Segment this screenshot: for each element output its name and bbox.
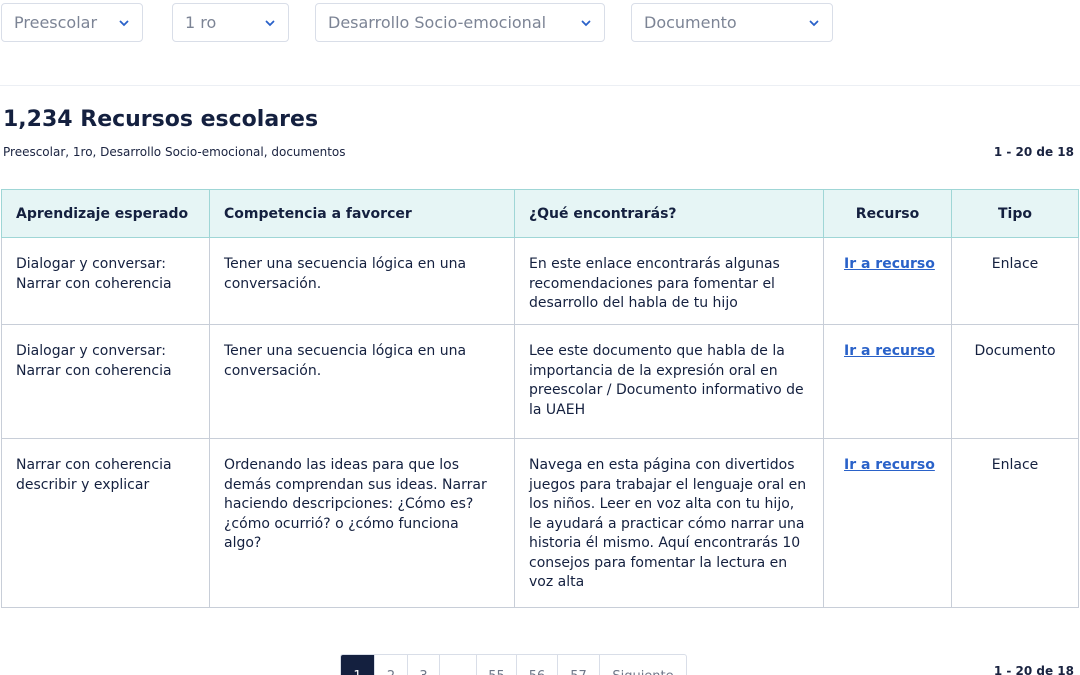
type-dropdown-label: Documento	[644, 13, 737, 32]
chevron-down-icon	[265, 20, 275, 26]
page-button-55[interactable]: 55	[477, 655, 517, 675]
cell-competencia: Tener una secuencia lógica en una conver…	[209, 324, 515, 439]
header-descripcion: ¿Qué encontrarás?	[514, 189, 824, 238]
cell-recurso: Ir a recurso	[823, 237, 952, 325]
next-page-button[interactable]: Siguiente	[600, 655, 686, 675]
table-row: Dialogar y conversar: Narrar con coheren…	[1, 237, 1079, 325]
cell-descripcion: Navega en esta página con divertidos jue…	[514, 438, 824, 608]
cell-tipo: Enlace	[951, 438, 1079, 608]
filter-bar: Preescolar 1 ro Desarrollo Socio-emocion…	[0, 3, 1080, 42]
table-row: Dialogar y conversar: Narrar con coheren…	[1, 324, 1079, 439]
table-header-row: Aprendizaje esperado Competencia a favor…	[1, 189, 1079, 238]
resource-link[interactable]: Ir a recurso	[844, 457, 935, 473]
divider	[0, 85, 1080, 86]
resources-page: Preescolar 1 ro Desarrollo Socio-emocion…	[0, 0, 1080, 675]
resource-link[interactable]: Ir a recurso	[844, 256, 935, 272]
results-title: 1,234 Recursos escolares	[3, 107, 319, 132]
resource-link[interactable]: Ir a recurso	[844, 343, 935, 359]
cell-recurso: Ir a recurso	[823, 324, 952, 439]
page-button-2[interactable]: 2	[375, 655, 408, 675]
type-dropdown[interactable]: Documento	[631, 3, 833, 42]
chevron-down-icon	[119, 20, 129, 26]
pagination: 1 2 3 ... 55 56 57 Siguiente	[340, 654, 687, 675]
cell-descripcion: Lee este documento que habla de la impor…	[514, 324, 824, 439]
grade-dropdown-label: 1 ro	[185, 13, 217, 32]
page-button-3[interactable]: 3	[408, 655, 440, 675]
page-button-56[interactable]: 56	[517, 655, 558, 675]
header-competencia: Competencia a favorcer	[209, 189, 515, 238]
cell-aprendizaje: Dialogar y conversar: Narrar con coheren…	[1, 324, 210, 439]
header-recurso: Recurso	[823, 189, 952, 238]
cell-aprendizaje: Narrar con coherencia describir y explic…	[1, 438, 210, 608]
pagination-range: 1 - 20 de 18	[993, 664, 1074, 675]
page-ellipsis: ...	[440, 655, 477, 675]
cell-descripcion: En este enlace encontrarás algunas recom…	[514, 237, 824, 325]
table-row: Narrar con coherencia describir y explic…	[1, 438, 1079, 608]
cell-aprendizaje: Dialogar y conversar: Narrar con coheren…	[1, 237, 210, 325]
header-tipo: Tipo	[951, 189, 1079, 238]
level-dropdown-label: Preescolar	[14, 13, 98, 32]
level-dropdown[interactable]: Preescolar	[1, 3, 143, 42]
cell-recurso: Ir a recurso	[823, 438, 952, 608]
page-button-1[interactable]: 1	[341, 655, 375, 675]
area-dropdown[interactable]: Desarrollo Socio-emocional	[315, 3, 605, 42]
cell-tipo: Enlace	[951, 237, 1079, 325]
cell-competencia: Tener una secuencia lógica en una conver…	[209, 237, 515, 325]
results-range: 1 - 20 de 18	[993, 145, 1074, 159]
results-filter-summary: Preescolar, 1ro, Desarrollo Socio-emocio…	[3, 145, 346, 159]
resources-table: Aprendizaje esperado Competencia a favor…	[1, 189, 1079, 608]
grade-dropdown[interactable]: 1 ro	[172, 3, 289, 42]
page-button-57[interactable]: 57	[558, 655, 600, 675]
chevron-down-icon	[809, 20, 819, 26]
chevron-down-icon	[581, 20, 591, 26]
header-aprendizaje: Aprendizaje esperado	[1, 189, 210, 238]
cell-tipo: Documento	[951, 324, 1079, 439]
area-dropdown-label: Desarrollo Socio-emocional	[328, 13, 547, 32]
cell-competencia: Ordenando las ideas para que los demás c…	[209, 438, 515, 608]
